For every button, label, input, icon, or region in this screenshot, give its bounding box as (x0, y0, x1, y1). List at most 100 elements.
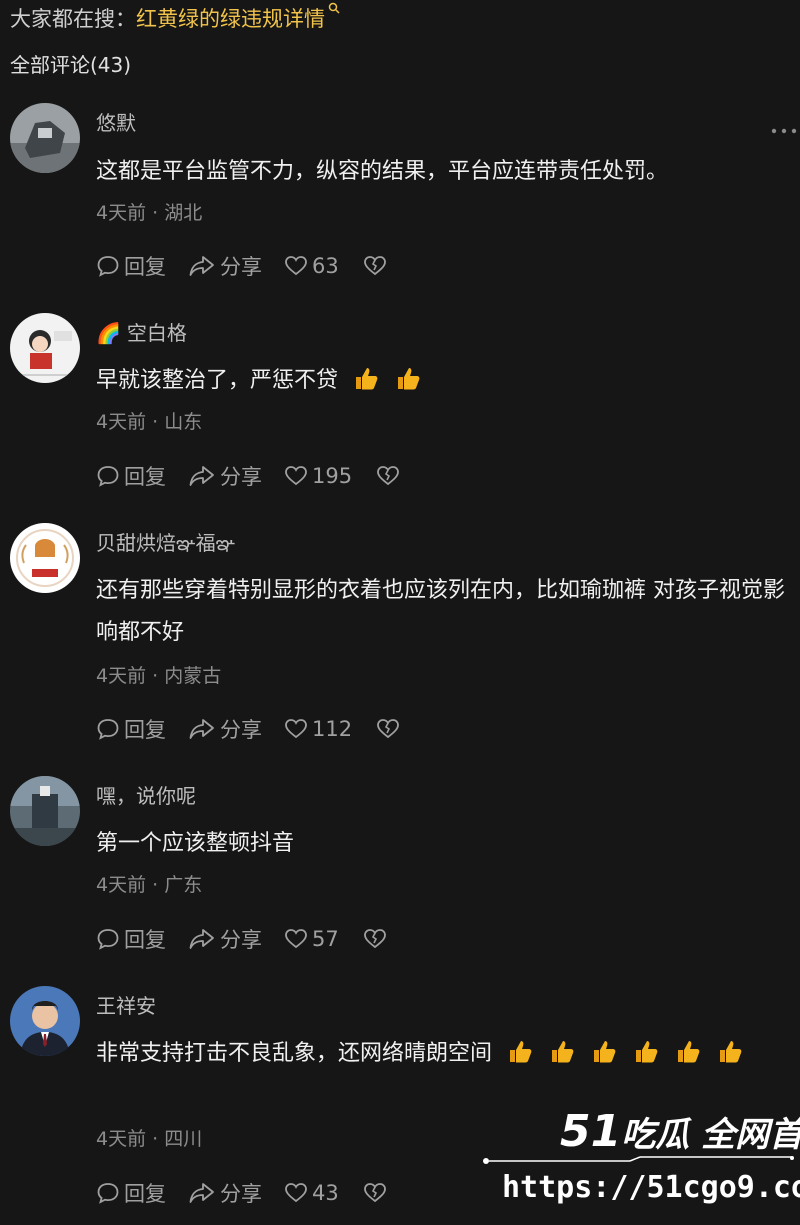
heart-icon (285, 929, 307, 949)
thumbs-up-icon (678, 1041, 700, 1063)
reply-icon (97, 719, 119, 740)
share-label: 分享 (220, 928, 262, 952)
share-icon (189, 256, 214, 276)
avatar[interactable] (10, 986, 80, 1056)
share-button[interactable]: 分享 (188, 251, 262, 281)
avatar[interactable] (10, 103, 80, 173)
dislike-button[interactable] (363, 1181, 391, 1205)
reply-label: 回复 (124, 1182, 166, 1206)
like-count: 195 (312, 464, 353, 488)
share-button[interactable]: 分享 (188, 924, 262, 954)
share-icon (189, 1183, 214, 1203)
reply-label: 回复 (124, 718, 166, 742)
reply-icon (97, 1183, 119, 1204)
heart-icon (285, 256, 307, 276)
comment-username[interactable]: 嘿，说你呢 (96, 782, 196, 810)
share-label: 分享 (220, 255, 262, 279)
reply-label: 回复 (124, 928, 166, 952)
dislike-button[interactable] (376, 717, 404, 741)
reply-button[interactable]: 回复 (96, 924, 166, 954)
share-icon (189, 929, 214, 949)
avatar[interactable] (10, 313, 80, 383)
share-label: 分享 (220, 718, 262, 742)
share-button[interactable]: 分享 (188, 714, 262, 744)
reply-button[interactable]: 回复 (96, 714, 166, 744)
rainbow-icon: 🌈 (96, 321, 121, 345)
share-label: 分享 (220, 465, 262, 489)
more-icon[interactable] (770, 127, 798, 135)
comment-meta: 4天前 · 内蒙古 (96, 665, 222, 687)
thumbs-up-icon (636, 1041, 658, 1063)
username-text: 空白格 (126, 321, 187, 345)
comment-text-body: 早就该整治了，严惩不贷 (96, 368, 339, 393)
watermark-url: https://51cgo9.com (502, 1170, 800, 1205)
reply-icon (97, 256, 119, 277)
reply-button[interactable]: 回复 (96, 251, 166, 281)
comment-meta: 4天前 · 四川 (96, 1128, 203, 1150)
search-prefix: 大家都在搜： (10, 7, 136, 31)
dislike-button[interactable] (363, 927, 391, 951)
heart-icon (285, 466, 307, 486)
comment-actions: 回复 分享 195 (96, 461, 426, 491)
reply-icon (97, 929, 119, 950)
search-suggestion[interactable]: 大家都在搜：红黄绿的绿违规详情 (10, 2, 340, 34)
watermark-divider (483, 1156, 794, 1164)
dislike-icon (363, 1183, 386, 1203)
share-label: 分享 (220, 1182, 262, 1206)
comment-meta: 4天前 · 广东 (96, 874, 203, 896)
dislike-icon (377, 466, 399, 486)
dislike-icon (377, 719, 399, 739)
thumbs-up-icon (552, 1041, 574, 1063)
thumbs-up-icon (594, 1041, 616, 1063)
like-count: 63 (312, 254, 339, 278)
search-term-link[interactable]: 红黄绿的绿违规详情 (136, 7, 325, 31)
thumbs-up-icon (398, 368, 420, 390)
comment-username[interactable]: 悠默 (96, 109, 136, 137)
heart-icon (285, 719, 307, 739)
heart-icon (285, 1183, 307, 1203)
comment-username[interactable]: 贝甜烘焙ఞ福ఞ (96, 529, 235, 557)
comment-username[interactable]: 王祥安 (96, 992, 156, 1020)
share-button[interactable]: 分享 (188, 461, 262, 491)
like-count: 112 (312, 717, 353, 741)
comment-text-body: 非常支持打击不良乱象，还网络晴朗空间 (96, 1041, 493, 1066)
reply-button[interactable]: 回复 (96, 461, 166, 491)
comment-text: 第一个应该整顿抖音 (96, 831, 295, 856)
comment-text: 这都是平台监管不力，纵容的结果，平台应连带责任处罚。 (96, 159, 669, 184)
comment-text: 还有那些穿着特别显形的衣着也应该列在内，比如瑜珈裤 对孩子视觉影响都不好 (96, 578, 785, 645)
dislike-icon (363, 256, 386, 276)
share-icon (189, 466, 214, 486)
comment-text: 早就该整治了，严惩不贷 (96, 360, 792, 402)
reply-button[interactable]: 回复 (96, 1178, 166, 1208)
share-icon (189, 719, 214, 739)
like-button[interactable]: 43 (284, 1181, 339, 1205)
like-count: 43 (312, 1181, 339, 1205)
watermark-brand-number: 51 (560, 1106, 622, 1157)
watermark-brand: 51吃瓜 全网首发 (560, 1106, 800, 1157)
dislike-button[interactable] (363, 254, 391, 278)
like-button[interactable]: 195 (284, 464, 352, 488)
like-button[interactable]: 112 (284, 717, 352, 741)
comment-actions: 回复 分享 63 (96, 251, 413, 281)
comment-text: 非常支持打击不良乱象，还网络晴朗空间 (96, 1033, 792, 1075)
comment-meta: 4天前 · 山东 (96, 411, 203, 433)
watermark-brand-text: 吃瓜 全网首发 (621, 1115, 800, 1155)
share-button[interactable]: 分享 (188, 1178, 262, 1208)
avatar[interactable] (10, 523, 80, 593)
dislike-button[interactable] (376, 464, 404, 488)
comment-username[interactable]: 🌈 空白格 (96, 319, 187, 347)
comment-meta: 4天前 · 湖北 (96, 202, 203, 224)
avatar[interactable] (10, 776, 80, 846)
like-count: 57 (312, 927, 339, 951)
watermark: 51吃瓜 全网首发 https://51cgo9.com (480, 1100, 800, 1218)
comment-actions: 回复 分享 112 (96, 714, 426, 744)
comments-count-header: 全部评论(43) (10, 53, 132, 77)
like-button[interactable]: 63 (284, 254, 339, 278)
reply-label: 回复 (124, 255, 166, 279)
thumbs-up-icon (510, 1041, 532, 1063)
comment-actions: 回复 分享 43 (96, 1178, 413, 1208)
reply-icon (97, 466, 119, 487)
like-button[interactable]: 57 (284, 927, 339, 951)
thumbs-up-icon (356, 368, 378, 390)
thumbs-up-icon (720, 1041, 742, 1063)
